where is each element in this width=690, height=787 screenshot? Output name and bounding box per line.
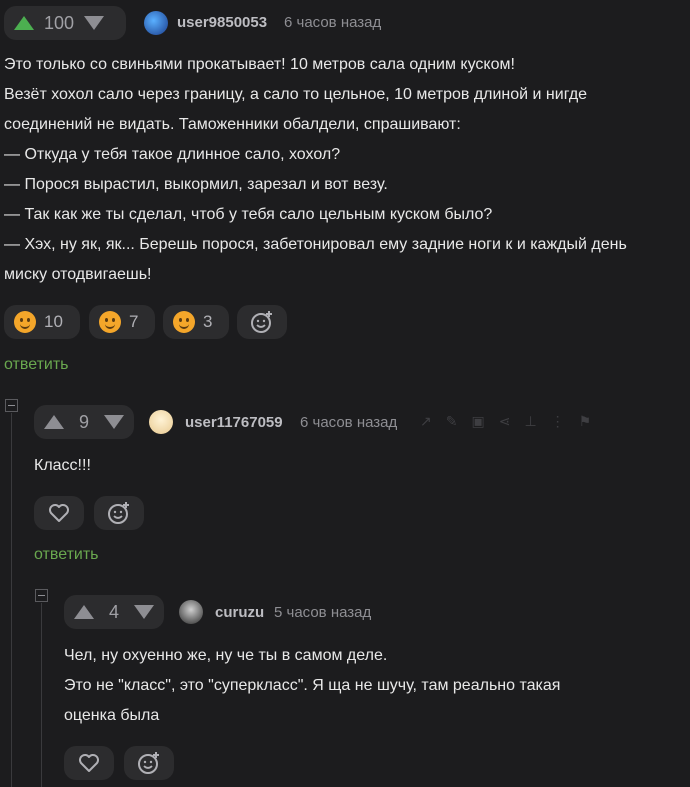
like-button[interactable] xyxy=(34,496,84,530)
share-icon[interactable]: ⋖ xyxy=(499,413,511,430)
reaction-count: 10 xyxy=(44,312,63,331)
laugh-emoji-icon xyxy=(173,311,195,333)
collapse-thread-button[interactable] xyxy=(35,589,48,602)
avatar[interactable] xyxy=(179,600,203,624)
reply-link[interactable]: ответить xyxy=(34,546,99,564)
post-line: соединений не видать. Таможенники обалде… xyxy=(4,116,461,133)
pin-icon[interactable]: ⊥ xyxy=(524,413,536,430)
comment-username[interactable]: user11767059 xyxy=(185,414,283,431)
post-time: 6 часов назад xyxy=(284,14,382,31)
comment-toolbar: ↗ ✎ ▣ ⋖ ⊥ ⋮ ⚑ xyxy=(420,413,591,430)
branch-icon[interactable]: ⋮ xyxy=(551,413,565,430)
comment-line: Чел, ну охуенно же, ну че ты в самом дел… xyxy=(64,647,388,664)
reaction-button[interactable]: 10 xyxy=(4,305,80,339)
comment-text: Класс!!! xyxy=(34,457,91,474)
comment-text: Чел, ну охуенно же, ну че ты в самом дел… xyxy=(64,641,684,731)
reaction-button[interactable]: 3 xyxy=(163,305,229,339)
post-line: — Так как же ты сделал, чтоб у тебя сало… xyxy=(4,206,493,223)
post-body: Это только со свиньями прокатывает! 10 м… xyxy=(4,50,690,290)
comment-username[interactable]: curuzu xyxy=(215,604,264,621)
add-emoji-icon xyxy=(108,502,129,524)
save-icon[interactable]: ▣ xyxy=(471,413,484,430)
heart-icon xyxy=(49,504,69,522)
comment-time: 6 часов назад xyxy=(300,414,398,431)
add-emoji-icon xyxy=(138,752,159,774)
post-score: 100 xyxy=(44,12,75,33)
add-emoji-icon xyxy=(251,311,272,333)
link-icon[interactable]: ↗ xyxy=(420,413,432,430)
heart-icon xyxy=(79,754,99,772)
downvote-icon[interactable] xyxy=(84,16,105,30)
reaction-count: 3 xyxy=(203,312,213,331)
avatar[interactable] xyxy=(149,410,173,434)
downvote-icon[interactable] xyxy=(104,415,124,429)
like-button[interactable] xyxy=(64,746,114,780)
post-line: — Хэх, ну як, як... Берешь порося, забет… xyxy=(4,236,627,253)
comment-line: Это не "класс", это "суперкласс". Я ща н… xyxy=(64,677,561,694)
add-reaction-button[interactable] xyxy=(124,746,174,780)
flag-icon[interactable]: ⚑ xyxy=(579,413,592,430)
comment-vote-box: 9 xyxy=(34,405,134,439)
comment-score: 4 xyxy=(108,601,119,622)
post-line: — Порося вырастил, выкормил, зарезал и в… xyxy=(4,176,388,193)
avatar[interactable] xyxy=(144,11,168,35)
post-line: Это только со свиньями прокатывает! 10 м… xyxy=(4,56,515,73)
comment-time: 5 часов назад xyxy=(274,604,372,621)
upvote-icon[interactable] xyxy=(14,16,34,30)
post-vote-box: 100 xyxy=(4,6,126,40)
comment-line: оценка была xyxy=(64,707,160,724)
reaction-count: 7 xyxy=(129,312,139,331)
reaction-button[interactable]: 7 xyxy=(89,305,155,339)
grin-emoji-icon xyxy=(99,311,121,333)
thread-line[interactable] xyxy=(41,603,42,787)
post-username[interactable]: user9850053 xyxy=(177,14,267,31)
edit-icon[interactable]: ✎ xyxy=(446,413,458,430)
add-reaction-button[interactable] xyxy=(237,305,287,339)
comment-vote-box: 4 xyxy=(64,595,164,629)
upvote-icon[interactable] xyxy=(74,605,94,619)
collapse-thread-button[interactable] xyxy=(5,399,18,412)
post-line: — Откуда у тебя такое длинное сало, хохо… xyxy=(4,146,341,163)
downvote-icon[interactable] xyxy=(134,605,154,619)
reply-link[interactable]: ответить xyxy=(4,356,69,374)
add-reaction-button[interactable] xyxy=(94,496,144,530)
upvote-icon[interactable] xyxy=(44,415,64,429)
thread-line[interactable] xyxy=(11,413,12,787)
comment-score: 9 xyxy=(78,411,89,432)
post-line: миску отодвигаешь! xyxy=(4,266,152,283)
post-line: Везёт хохол сало через границу, а сало т… xyxy=(4,86,588,103)
smirk-emoji-icon xyxy=(14,311,36,333)
